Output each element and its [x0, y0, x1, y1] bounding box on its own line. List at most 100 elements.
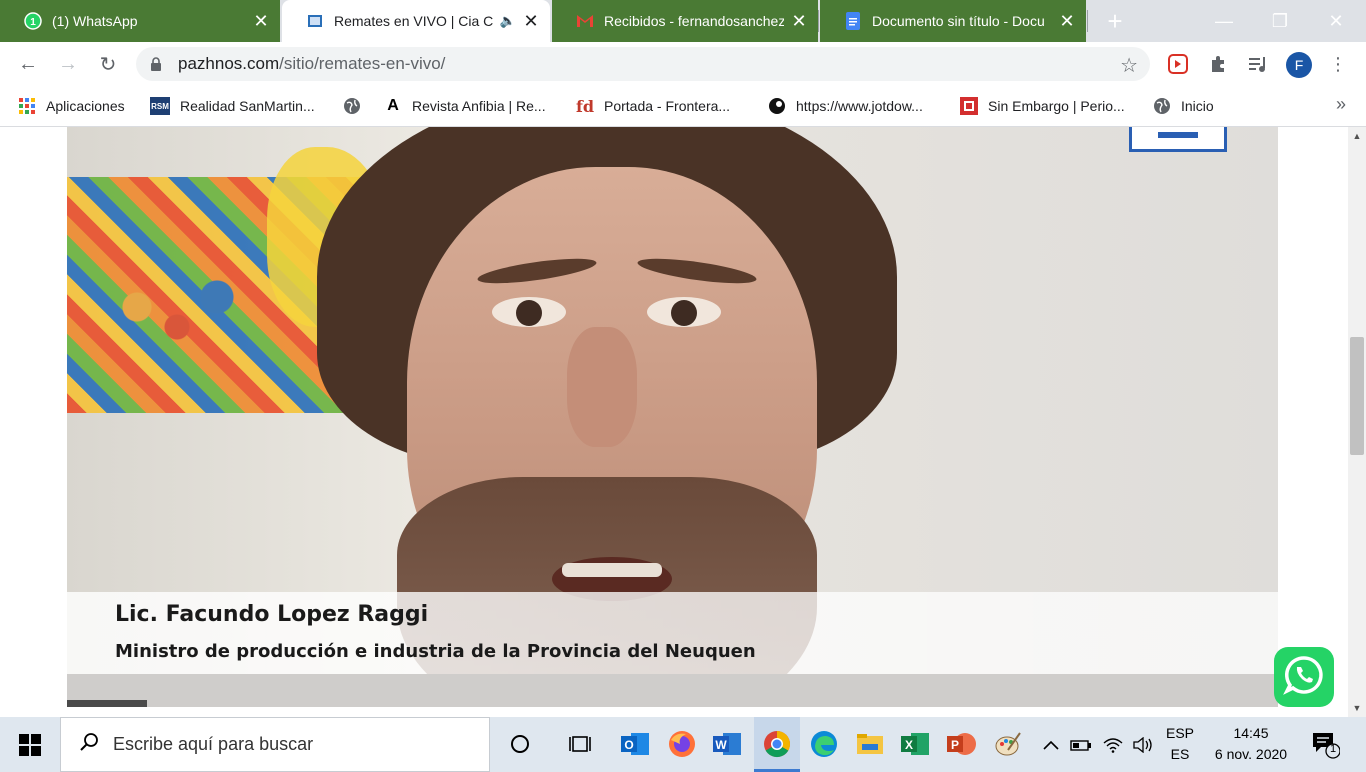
- tab-title: (1) WhatsApp: [52, 13, 138, 29]
- bookmark-label: https://www.jotdow...: [796, 98, 923, 114]
- tray-overflow-chevron-icon[interactable]: [1040, 717, 1062, 772]
- tab-separator: [818, 10, 819, 32]
- docs-icon: [844, 12, 862, 30]
- tab-whatsapp[interactable]: 1 (1) WhatsApp ✕: [0, 0, 280, 42]
- video-progress-mark: [67, 700, 147, 707]
- bookmark-label: Portada - Frontera...: [604, 98, 731, 114]
- speaker-name: Lic. Facundo Lopez Raggi: [115, 602, 429, 627]
- restore-button[interactable]: ❐: [1252, 0, 1308, 42]
- task-view-button[interactable]: [560, 724, 600, 764]
- bookmark-label: Sin Embargo | Perio...: [988, 98, 1125, 114]
- lower-third-caption: Lic. Facundo Lopez Raggi Ministro de pro…: [67, 592, 1278, 674]
- forward-button[interactable]: →: [54, 50, 82, 78]
- action-center-button[interactable]: 1: [1310, 729, 1341, 759]
- page-scrollbar[interactable]: ▲ ▼: [1348, 127, 1366, 717]
- notification-count: 1: [1329, 743, 1337, 755]
- bookmark-globe[interactable]: [343, 96, 371, 116]
- tab-strip: 1 (1) WhatsApp ✕ Remates en VIVO | Cia C…: [0, 0, 1366, 42]
- close-icon[interactable]: ✕: [1058, 11, 1076, 32]
- extensions-puzzle-icon[interactable]: [1204, 50, 1232, 78]
- globe-icon: [343, 97, 361, 115]
- svg-text:W: W: [715, 738, 727, 752]
- anfibia-icon: A: [387, 97, 399, 114]
- search-placeholder: Escribe aquí para buscar: [113, 734, 314, 754]
- word-app-icon[interactable]: W: [708, 724, 748, 764]
- scroll-down-arrow-icon[interactable]: ▼: [1348, 701, 1366, 715]
- whatsapp-icon: [1282, 653, 1326, 702]
- tab-gmail[interactable]: Recibidos - fernandosanchez ✕: [552, 0, 818, 42]
- bookmark-inicio[interactable]: Inicio: [1153, 96, 1214, 116]
- edge-app-icon[interactable]: [804, 724, 844, 764]
- battery-icon[interactable]: [1068, 717, 1094, 772]
- bookmark-sinembargo[interactable]: Sin Embargo | Perio...: [960, 96, 1125, 116]
- bookmark-jotdown[interactable]: https://www.jotdow...: [768, 96, 923, 116]
- wifi-icon[interactable]: [1100, 717, 1126, 772]
- back-button[interactable]: ←: [14, 50, 42, 78]
- excel-app-icon[interactable]: X: [896, 724, 936, 764]
- url-text: pazhnos.com/sitio/remates-en-vivo/: [178, 54, 445, 74]
- menu-kebab-icon[interactable]: ⋮: [1324, 50, 1352, 78]
- close-window-button[interactable]: ✕: [1308, 0, 1364, 42]
- jotdown-icon: [768, 97, 786, 115]
- minimize-button[interactable]: —: [1196, 0, 1252, 42]
- tab-remates[interactable]: Remates en VIVO | Cia C 🔈 ✕: [282, 0, 550, 42]
- rsm-icon: RSM: [150, 97, 170, 115]
- speaker-role: Ministro de producción e industria de la…: [115, 641, 756, 662]
- paint-app-icon[interactable]: [988, 724, 1028, 764]
- outlook-app-icon[interactable]: O: [616, 724, 656, 764]
- clock-date: 6 nov. 2020: [1214, 746, 1288, 762]
- powerpoint-app-icon[interactable]: P: [942, 724, 982, 764]
- whatsapp-chat-button[interactable]: [1274, 647, 1334, 707]
- scroll-up-arrow-icon[interactable]: ▲: [1348, 129, 1366, 143]
- bookmark-realidad[interactable]: RSM Realidad SanMartin...: [150, 96, 315, 116]
- whatsapp-icon: 1: [24, 12, 42, 30]
- scroll-thumb[interactable]: [1350, 337, 1364, 455]
- lock-icon[interactable]: [150, 57, 164, 71]
- close-icon[interactable]: ✕: [790, 11, 808, 32]
- bookmark-anfibia[interactable]: A Revista Anfibia | Re...: [384, 96, 546, 116]
- speaker-icon[interactable]: 🔈: [500, 13, 516, 29]
- start-button[interactable]: [0, 717, 60, 772]
- sinembargo-icon: [960, 97, 978, 115]
- reload-button[interactable]: ↻: [94, 50, 122, 78]
- windows-taskbar: Escribe aquí para buscar O W X P ESP ES …: [0, 717, 1366, 772]
- media-controls-icon[interactable]: [1244, 50, 1272, 78]
- bookmarks-bar: Aplicaciones RSM Realidad SanMartin... A…: [0, 86, 1366, 127]
- tab-separator: [1087, 10, 1088, 32]
- site-icon: [306, 12, 324, 30]
- bookmark-label: Revista Anfibia | Re...: [412, 98, 546, 114]
- fd-icon: fd: [575, 96, 595, 116]
- tab-title: Documento sin título - Docu: [872, 13, 1045, 29]
- taskbar-search-box[interactable]: Escribe aquí para buscar: [60, 717, 490, 772]
- bookmark-label: Aplicaciones: [46, 98, 125, 114]
- live-video-player[interactable]: ▬▬ Lic. Facundo Lopez Raggi Ministro de …: [67, 127, 1278, 707]
- file-explorer-app-icon[interactable]: [850, 724, 890, 764]
- extension-red-icon[interactable]: [1164, 50, 1192, 78]
- svg-text:X: X: [905, 738, 913, 752]
- chrome-app-icon[interactable]: [757, 724, 797, 764]
- address-bar[interactable]: pazhnos.com/sitio/remates-en-vivo/ ☆: [136, 47, 1150, 81]
- browser-toolbar: ← → ↻ pazhnos.com/sitio/remates-en-vivo/…: [0, 42, 1366, 86]
- firefox-app-icon[interactable]: [662, 724, 702, 764]
- bookmark-frontera[interactable]: fd Portada - Frontera...: [576, 96, 730, 116]
- tab-docs[interactable]: Documento sin título - Docu ✕: [820, 0, 1086, 42]
- taskbar-clock[interactable]: 14:45 6 nov. 2020: [1208, 723, 1294, 765]
- svg-text:1: 1: [30, 17, 36, 28]
- close-icon[interactable]: ✕: [252, 11, 270, 32]
- url-path: /sitio/remates-en-vivo/: [279, 54, 446, 73]
- volume-icon[interactable]: [1130, 717, 1156, 772]
- bookmark-apps[interactable]: Aplicaciones: [18, 96, 125, 116]
- keyboard-layout: ES: [1170, 746, 1190, 762]
- bookmarks-overflow-icon[interactable]: »: [1336, 94, 1346, 115]
- profile-avatar[interactable]: F: [1286, 52, 1312, 78]
- clock-time: 14:45: [1233, 725, 1269, 741]
- cortana-button[interactable]: [500, 724, 540, 764]
- input-language[interactable]: ESP ES: [1162, 723, 1198, 765]
- language-code: ESP: [1165, 725, 1194, 741]
- new-tab-button[interactable]: +: [1100, 6, 1130, 36]
- svg-text:P: P: [951, 738, 959, 752]
- close-icon[interactable]: ✕: [522, 11, 540, 32]
- video-bottom-band: [67, 674, 1278, 707]
- bookmark-star-icon[interactable]: ☆: [1120, 53, 1138, 78]
- bookmark-label: Inicio: [1181, 98, 1214, 114]
